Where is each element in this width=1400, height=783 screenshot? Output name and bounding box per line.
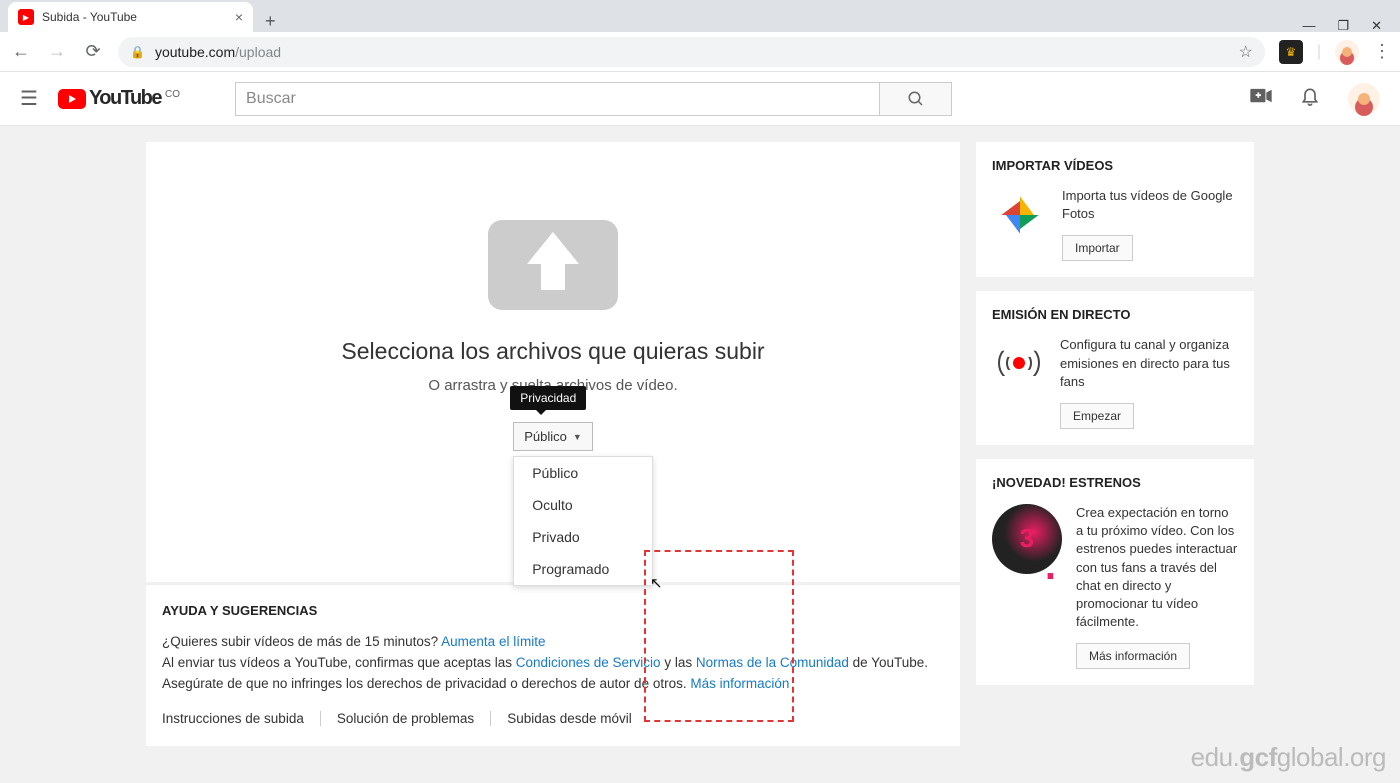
upload-title: Selecciona los archivos que quieras subi…	[341, 338, 764, 365]
premiere-text: Crea expectación en torno a tu próximo v…	[1076, 504, 1238, 631]
live-broadcast-icon	[992, 336, 1046, 390]
youtube-play-icon	[58, 89, 86, 109]
help-link-troubleshoot[interactable]: Solución de problemas	[321, 711, 491, 726]
youtube-header: ☰ YouTube CO	[0, 72, 1400, 126]
import-text: Importa tus vídeos de Google Fotos	[1062, 187, 1238, 223]
youtube-favicon	[18, 9, 34, 25]
premiere-button[interactable]: Más información	[1076, 643, 1190, 669]
header-right	[1250, 83, 1380, 115]
maximize-icon[interactable]: ❐	[1337, 19, 1349, 32]
premiere-title: ¡NOVEDAD! ESTRENOS	[992, 475, 1238, 490]
close-window-icon[interactable]: ✕	[1371, 19, 1382, 32]
forward-button[interactable]: →	[46, 41, 68, 62]
privacy-tooltip: Privacidad	[510, 386, 586, 410]
privacy-dropdown-menu: Público Oculto Privado Programado	[513, 456, 653, 586]
live-title: EMISIÓN EN DIRECTO	[992, 307, 1238, 322]
help-link-mobile[interactable]: Subidas desde móvil	[491, 711, 648, 726]
url-path: /upload	[235, 44, 281, 60]
close-tab-icon[interactable]: ×	[235, 9, 243, 25]
url-input[interactable]: 🔒 youtube.com/upload ☆	[118, 37, 1265, 67]
create-video-icon[interactable]	[1250, 88, 1272, 109]
new-tab-button[interactable]: +	[253, 11, 288, 32]
youtube-region: CO	[165, 89, 180, 100]
youtube-logo-text: YouTube	[89, 87, 161, 110]
privacy-option-private[interactable]: Privado	[514, 521, 652, 553]
community-link[interactable]: Normas de la Comunidad	[696, 655, 849, 670]
live-button[interactable]: Empezar	[1060, 403, 1134, 429]
search-icon	[907, 90, 925, 108]
help-links: Instrucciones de subida Solución de prob…	[162, 711, 944, 726]
terms-link[interactable]: Condiciones de Servicio	[516, 655, 661, 670]
browser-tab-bar: Subida - YouTube × + — ❐ ✕	[0, 0, 1400, 32]
privacy-dropdown-button[interactable]: Público ▼	[513, 422, 593, 451]
google-photos-icon	[992, 187, 1048, 248]
premiere-countdown-icon: 3	[992, 504, 1062, 574]
live-text: Configura tu canal y organiza emisiones …	[1060, 336, 1238, 391]
window-controls: — ❐ ✕	[1302, 19, 1400, 32]
bookmark-star-icon[interactable]: ☆	[1239, 42, 1253, 62]
search-button[interactable]	[880, 82, 952, 116]
help-section: AYUDA Y SUGERENCIAS ¿Quieres subir vídeo…	[146, 584, 960, 746]
premiere-card: ¡NOVEDAD! ESTRENOS 3 Crea expectación en…	[976, 459, 1254, 685]
help-link-instructions[interactable]: Instrucciones de subida	[162, 711, 321, 726]
chevron-down-icon: ▼	[573, 432, 582, 442]
privacy-selected-label: Público	[524, 429, 567, 444]
chrome-profile-icon[interactable]	[1335, 40, 1359, 64]
privacy-option-scheduled[interactable]: Programado	[514, 553, 652, 585]
sidebar: IMPORTAR VÍDEOS Importa tus vídeos de Go…	[976, 142, 1254, 783]
privacy-option-public[interactable]: Público	[514, 457, 652, 489]
youtube-logo[interactable]: YouTube CO	[58, 87, 180, 110]
import-title: IMPORTAR VÍDEOS	[992, 158, 1238, 173]
search-wrap	[235, 82, 952, 116]
more-info-link[interactable]: Más información	[690, 676, 789, 691]
search-input[interactable]	[235, 82, 880, 116]
url-domain: youtube.com	[155, 44, 235, 60]
notifications-bell-icon[interactable]	[1300, 85, 1320, 112]
increase-limit-link[interactable]: Aumenta el límite	[441, 634, 545, 649]
minimize-icon[interactable]: —	[1302, 19, 1315, 32]
import-videos-card: IMPORTAR VÍDEOS Importa tus vídeos de Go…	[976, 142, 1254, 277]
extension-icon[interactable]: ♛	[1279, 40, 1303, 64]
help-title: AYUDA Y SUGERENCIAS	[162, 603, 944, 618]
watermark: edu.gcfglobal.org	[1191, 742, 1386, 773]
privacy-option-hidden[interactable]: Oculto	[514, 489, 652, 521]
lock-icon: 🔒	[130, 45, 145, 59]
upload-arrow-icon[interactable]	[488, 220, 618, 310]
browser-tab[interactable]: Subida - YouTube ×	[8, 2, 253, 32]
hamburger-menu-icon[interactable]: ☰	[20, 86, 38, 111]
browser-menu-icon[interactable]: ⋮	[1373, 41, 1390, 62]
import-button[interactable]: Importar	[1062, 235, 1133, 261]
upload-panel: Selecciona los archivos que quieras subi…	[146, 142, 960, 582]
live-stream-card: EMISIÓN EN DIRECTO Configura tu canal y …	[976, 291, 1254, 445]
privacy-wrapper: Privacidad Público ▼ Público Oculto Priv…	[513, 422, 593, 451]
help-text: ¿Quieres subir vídeos de más de 15 minut…	[162, 632, 944, 695]
back-button[interactable]: ←	[10, 41, 32, 62]
tab-title: Subida - YouTube	[42, 10, 137, 24]
reload-button[interactable]: ⟳	[82, 41, 104, 62]
main-content: Selecciona los archivos que quieras subi…	[0, 126, 1400, 783]
user-avatar[interactable]	[1348, 83, 1380, 115]
address-bar: ← → ⟳ 🔒 youtube.com/upload ☆ ♛ | ⋮	[0, 32, 1400, 72]
